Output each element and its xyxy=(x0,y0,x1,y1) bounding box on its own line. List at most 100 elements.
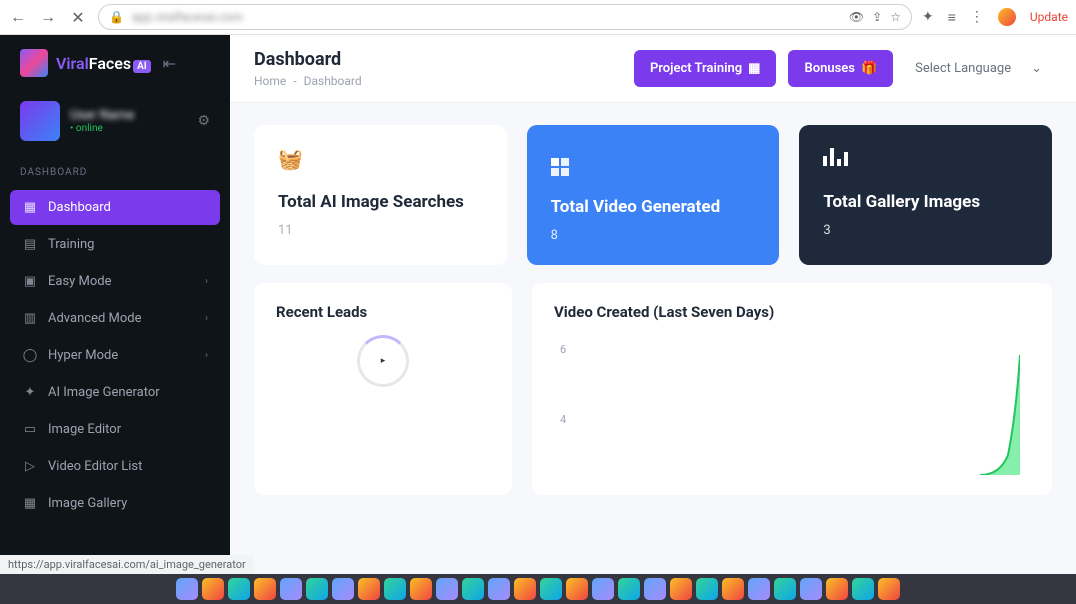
dock-app-icon[interactable] xyxy=(254,578,276,600)
dock-app-icon[interactable] xyxy=(774,578,796,600)
recent-leads-panel: Recent Leads xyxy=(254,283,512,495)
address-bar[interactable]: 🔒 app.viralfacesai.com 👁 ⇪ ☆ xyxy=(98,4,912,30)
grid-icon: ▦ xyxy=(22,200,38,215)
card-ai-searches: 🧺 Total AI Image Searches 11 xyxy=(254,125,507,265)
dock-app-icon[interactable] xyxy=(722,578,744,600)
star-icon[interactable]: ☆ xyxy=(890,10,901,24)
dock-app-icon[interactable] xyxy=(228,578,250,600)
profile-avatar-icon[interactable] xyxy=(998,8,1016,26)
breadcrumb-home[interactable]: Home xyxy=(254,74,286,88)
dock-app-icon[interactable] xyxy=(618,578,640,600)
dock-app-icon[interactable] xyxy=(696,578,718,600)
sidebar-item-training[interactable]: ▤ Training xyxy=(10,227,220,262)
sidebar-item-label: Image Gallery xyxy=(48,496,127,511)
dock-app-icon[interactable] xyxy=(592,578,614,600)
dock-app-icon[interactable] xyxy=(566,578,588,600)
share-icon[interactable]: ⇪ xyxy=(872,10,882,24)
chevron-right-icon: › xyxy=(205,276,208,287)
sidebar-item-label: Video Editor List xyxy=(48,459,142,474)
sidebar-item-easy-mode[interactable]: ▣ Easy Mode › xyxy=(10,264,220,299)
avatar[interactable] xyxy=(20,101,60,141)
status-bar-url: https://app.viralfacesai.com/ai_image_ge… xyxy=(0,555,254,574)
easy-icon: ▣ xyxy=(22,274,38,289)
training-icon: ▤ xyxy=(22,237,38,252)
sparkle-icon: ✦ xyxy=(22,385,38,400)
dock-app-icon[interactable] xyxy=(332,578,354,600)
dock-app-icon[interactable] xyxy=(826,578,848,600)
dock-app-icon[interactable] xyxy=(670,578,692,600)
chart-area: 6 4 xyxy=(554,335,1030,475)
sidebar-menu: ▦ Dashboard ▤ Training ▣ Easy Mode › ▥ A… xyxy=(0,186,230,527)
basket-icon: 🧺 xyxy=(278,147,483,171)
dock-app-icon[interactable] xyxy=(878,578,900,600)
dock-app-icon[interactable] xyxy=(462,578,484,600)
gear-icon[interactable]: ⚙ xyxy=(197,113,210,129)
chart-line xyxy=(980,355,1020,475)
brand-logo[interactable]: ViralFacesAI ⇤ xyxy=(0,35,230,91)
update-button[interactable]: Update xyxy=(1030,10,1068,24)
lower-panels: Recent Leads Video Created (Last Seven D… xyxy=(230,275,1076,495)
user-block: User Name online ⚙ xyxy=(0,91,230,159)
extensions-icon[interactable]: ✦ xyxy=(922,9,934,25)
page-title: Dashboard xyxy=(254,49,362,70)
dock-app-icon[interactable] xyxy=(202,578,224,600)
sidebar-item-image-gallery[interactable]: ▦ Image Gallery xyxy=(10,486,220,521)
loading-spinner-icon xyxy=(357,335,409,387)
eye-off-icon[interactable]: 👁 xyxy=(849,10,864,24)
sidebar-item-image-editor[interactable]: ▭ Image Editor xyxy=(10,412,220,447)
card-value: 8 xyxy=(551,228,756,243)
sidebar-item-hyper-mode[interactable]: ◯ Hyper Mode › xyxy=(10,338,220,373)
sidebar-item-video-editor-list[interactable]: ▷ Video Editor List xyxy=(10,449,220,484)
dock-app-icon[interactable] xyxy=(540,578,562,600)
project-training-button[interactable]: Project Training ▦ xyxy=(634,50,777,87)
stats-cards-row: 🧺 Total AI Image Searches 11 Total Video… xyxy=(230,103,1076,275)
forward-icon[interactable]: → xyxy=(38,7,58,27)
menu-icon[interactable]: ⋮ xyxy=(970,9,984,25)
collapse-icon[interactable]: ⇤ xyxy=(163,54,176,73)
sidebar-item-advanced-mode[interactable]: ▥ Advanced Mode › xyxy=(10,301,220,336)
macos-dock xyxy=(0,574,1076,604)
card-title: Total AI Image Searches xyxy=(278,191,483,213)
browser-toolbar: ← → ✕ 🔒 app.viralfacesai.com 👁 ⇪ ☆ ✦ ≡ ⋮… xyxy=(0,0,1076,35)
dock-app-icon[interactable] xyxy=(280,578,302,600)
sidebar-item-label: Dashboard xyxy=(48,200,111,215)
logo-icon xyxy=(20,49,48,77)
y-axis-tick: 6 xyxy=(560,343,566,356)
panel-title: Video Created (Last Seven Days) xyxy=(554,303,1030,321)
sidebar-item-label: Easy Mode xyxy=(48,274,112,289)
sidebar-item-dashboard[interactable]: ▦ Dashboard xyxy=(10,190,220,225)
list-icon[interactable]: ≡ xyxy=(948,9,956,26)
stop-icon[interactable]: ✕ xyxy=(68,8,88,27)
user-name: User Name xyxy=(70,108,134,123)
back-icon[interactable]: ← xyxy=(8,7,28,27)
dock-app-icon[interactable] xyxy=(306,578,328,600)
video-chart-panel: Video Created (Last Seven Days) 6 4 xyxy=(532,283,1052,495)
sidebar-item-label: Training xyxy=(48,237,94,252)
dock-app-icon[interactable] xyxy=(852,578,874,600)
gift-icon: 🎁 xyxy=(861,61,877,76)
card-value: 3 xyxy=(823,223,1028,238)
hyper-icon: ◯ xyxy=(22,348,38,363)
dock-app-icon[interactable] xyxy=(436,578,458,600)
dock-app-icon[interactable] xyxy=(176,578,198,600)
card-title: Total Video Generated xyxy=(551,196,756,218)
gallery-icon: ▦ xyxy=(22,496,38,511)
breadcrumb-current: Dashboard xyxy=(304,74,362,88)
panel-title: Recent Leads xyxy=(276,303,490,321)
dock-app-icon[interactable] xyxy=(488,578,510,600)
y-axis-tick: 4 xyxy=(560,413,566,426)
dock-app-icon[interactable] xyxy=(644,578,666,600)
dock-app-icon[interactable] xyxy=(384,578,406,600)
dock-app-icon[interactable] xyxy=(410,578,432,600)
sidebar-item-label: Advanced Mode xyxy=(48,311,142,326)
sidebar-item-ai-image-generator[interactable]: ✦ AI Image Generator xyxy=(10,375,220,410)
dock-app-icon[interactable] xyxy=(514,578,536,600)
dock-app-icon[interactable] xyxy=(800,578,822,600)
bars-icon xyxy=(823,147,1028,171)
dock-app-icon[interactable] xyxy=(358,578,380,600)
presentation-icon: ▦ xyxy=(748,61,760,76)
menu-section-header: DASHBOARD xyxy=(0,159,230,186)
language-select[interactable]: Select Language ⌄ xyxy=(905,53,1052,84)
bonuses-button[interactable]: Bonuses 🎁 xyxy=(788,50,893,87)
dock-app-icon[interactable] xyxy=(748,578,770,600)
